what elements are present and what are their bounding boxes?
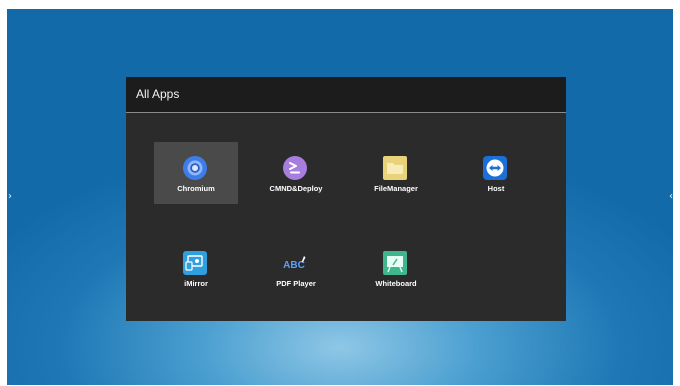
all-apps-dialog: All Apps Chromium CMND&Deploy FileManage… [126, 77, 566, 321]
whiteboard-icon [383, 251, 407, 275]
app-label-pdf-player: PDF Player [276, 279, 316, 288]
app-label-host: Host [487, 184, 505, 193]
imirror-icon [183, 251, 207, 275]
app-label-imirror: iMirror [184, 279, 208, 288]
dialog-title: All Apps [136, 87, 180, 101]
pdf-player-icon: ABC [283, 256, 306, 271]
cmnd-deploy-icon [283, 156, 307, 180]
app-tile-whiteboard[interactable]: Whiteboard [354, 237, 438, 299]
app-tile-host[interactable]: Host [454, 142, 538, 204]
app-tile-chromium[interactable]: Chromium [154, 142, 238, 204]
app-label-chromium: Chromium [177, 184, 215, 193]
svg-text:ABC: ABC [283, 260, 305, 271]
folder-icon [383, 156, 407, 180]
dialog-header: All Apps [126, 77, 566, 112]
header-divider [126, 112, 566, 113]
app-label-cmnd-deploy: CMND&Deploy [269, 184, 323, 193]
teamviewer-host-icon [483, 156, 507, 180]
app-tile-filemanager[interactable]: FileManager [354, 142, 438, 204]
app-tile-cmnd-deploy[interactable]: CMND&Deploy [254, 142, 338, 204]
app-label-whiteboard: Whiteboard [375, 279, 417, 288]
chromium-icon [183, 156, 207, 180]
desktop-background: › ‹ All Apps Chromium CMND&Deploy FileMa… [7, 9, 673, 385]
app-label-filemanager: FileManager [374, 184, 418, 193]
app-tile-imirror[interactable]: iMirror [154, 237, 238, 299]
left-edge-arrow-icon[interactable]: › [8, 192, 12, 202]
app-tile-pdf-player[interactable]: ABC PDF Player [254, 237, 338, 299]
right-edge-arrow-icon[interactable]: ‹ [669, 192, 673, 202]
